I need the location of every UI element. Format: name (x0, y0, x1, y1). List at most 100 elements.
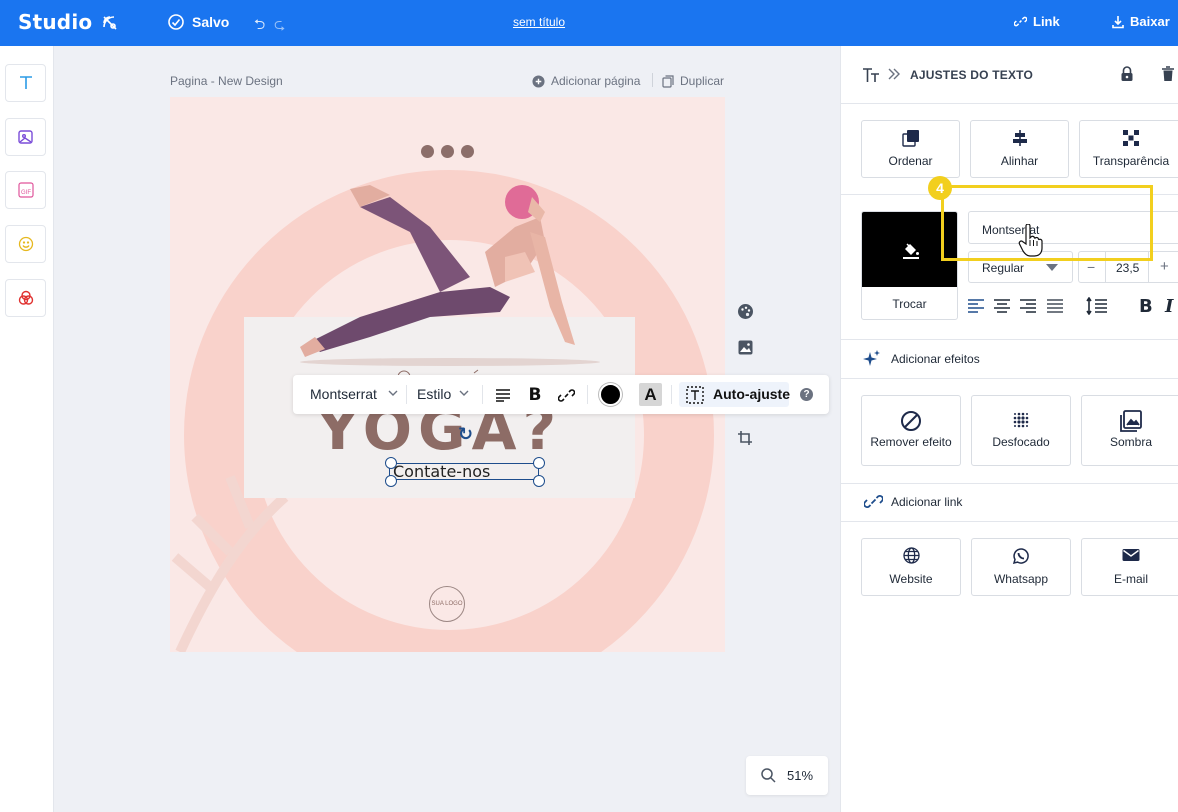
resize-handle-top-right[interactable] (533, 457, 545, 469)
order-label: Ordenar (888, 154, 933, 168)
chevrons-right-icon (888, 68, 900, 80)
link-icon (1014, 16, 1027, 27)
color-tool-button[interactable] (5, 279, 46, 317)
logo-placeholder[interactable]: SUA LOGO (429, 586, 465, 622)
gif-icon: GIF (17, 182, 34, 198)
palette-circles-icon (18, 290, 33, 305)
blur-icon (1013, 412, 1029, 428)
chevron-down-icon[interactable] (388, 388, 398, 398)
resize-handle-top-left[interactable] (385, 457, 397, 469)
swap-label: Trocar (892, 297, 927, 311)
crop-icon[interactable] (736, 429, 754, 447)
cloud-check-icon (168, 14, 184, 30)
blur-button[interactable]: Desfocado (971, 395, 1071, 466)
italic-icon[interactable]: I (1165, 296, 1173, 317)
mail-icon (1122, 549, 1140, 561)
zoom-control[interactable]: 51% (746, 756, 828, 795)
panel-title: AJUSTES DO TEXTO (910, 68, 1034, 82)
align-left-icon[interactable] (967, 297, 985, 315)
effects-section-label[interactable]: Adicionar efeitos (891, 352, 980, 366)
auto-fit-icon (686, 386, 704, 404)
trash-icon[interactable] (1161, 66, 1175, 82)
font-size-value[interactable]: 23,5 (1116, 261, 1139, 275)
font-select[interactable]: Montserrat (310, 386, 377, 402)
text-align-icon[interactable] (493, 385, 513, 405)
transparency-button[interactable]: Transparência (1079, 120, 1178, 178)
brand-logo[interactable]: Studio (18, 10, 92, 34)
image-add-icon (17, 130, 33, 144)
remove-effect-button[interactable]: Remover efeito (861, 395, 961, 466)
text-background-icon[interactable]: A (639, 383, 662, 406)
divider (671, 385, 672, 404)
chevron-down-icon[interactable] (459, 388, 469, 398)
caret-down-icon (1046, 264, 1058, 271)
email-link-button[interactable]: E-mail (1081, 538, 1178, 596)
image-icon[interactable] (736, 338, 754, 356)
link-label: Link (1033, 14, 1060, 29)
text-format-toolbar: Montserrat Estilo B A Auto-ajuste ? (293, 375, 829, 414)
link-icon (864, 495, 883, 508)
text-color-swatch[interactable] (599, 383, 622, 406)
align-label: Alinhar (1000, 154, 1039, 168)
bold-icon[interactable]: B (525, 385, 545, 405)
size-increase-button[interactable]: + (1160, 258, 1169, 275)
text-icon (19, 76, 32, 89)
rotate-handle-icon[interactable]: ↻ (458, 424, 473, 445)
yoga-woman-image[interactable] (300, 177, 600, 367)
align-icon (1012, 130, 1027, 146)
text-settings-panel: AJUSTES DO TEXTO Ordenar Alinhar Transpa… (840, 46, 1178, 812)
divider (587, 385, 588, 404)
align-center-icon[interactable] (993, 297, 1011, 315)
align-button[interactable]: Alinhar (970, 120, 1069, 178)
align-right-icon[interactable] (1019, 297, 1037, 315)
link-icon[interactable] (556, 385, 576, 405)
text-tool-button[interactable] (5, 64, 46, 102)
website-link-button[interactable]: Website (861, 538, 961, 596)
cta-text[interactable]: Contate-nos (393, 462, 490, 481)
align-justify-icon[interactable] (1046, 297, 1064, 315)
document-title[interactable]: sem título (513, 15, 565, 29)
saved-status: Salvo (192, 14, 230, 30)
shadow-button[interactable]: Sombra (1081, 395, 1178, 466)
step-badge: 4 (928, 176, 952, 200)
sticker-tool-button[interactable] (5, 225, 46, 263)
resize-handle-bottom-left[interactable] (385, 475, 397, 487)
order-button[interactable]: Ordenar (861, 120, 960, 178)
link-button[interactable]: Link (1014, 14, 1060, 29)
download-label: Baixar (1130, 14, 1170, 29)
link-section-label[interactable]: Adicionar link (891, 495, 962, 509)
font-weight-value: Regular (982, 261, 1025, 275)
page-label: Pagina - New Design (170, 74, 283, 88)
help-icon[interactable]: ? (800, 388, 813, 401)
redo-icon[interactable]: ⮎ (274, 14, 285, 38)
whatsapp-link-button[interactable]: Whatsapp (971, 538, 1071, 596)
transparency-label: Transparência (1092, 154, 1170, 168)
download-button[interactable]: Baixar (1111, 14, 1170, 29)
zoom-value: 51% (787, 768, 814, 783)
divider (482, 385, 483, 404)
whatsapp-label: Whatsapp (993, 572, 1049, 586)
text-size-icon (863, 68, 879, 82)
zoom-icon (761, 768, 776, 783)
satellite-icon (103, 16, 117, 30)
line-height-icon[interactable] (1086, 297, 1108, 315)
svg-text:GIF: GIF (21, 190, 31, 196)
email-label: E-mail (1113, 572, 1148, 586)
lock-icon[interactable] (1120, 66, 1134, 82)
size-decrease-button[interactable]: − (1087, 259, 1095, 275)
resize-handle-bottom-right[interactable] (533, 475, 545, 487)
highlight-callout (941, 185, 1153, 261)
add-page-button[interactable]: Adicionar página (532, 74, 640, 88)
add-page-label: Adicionar página (551, 74, 641, 88)
order-icon (901, 130, 919, 147)
bold-icon[interactable]: B (1139, 296, 1153, 317)
divider (652, 73, 653, 87)
divider (841, 339, 1178, 340)
gif-tool-button[interactable]: GIF (5, 171, 46, 209)
divider (841, 521, 1178, 522)
style-select[interactable]: Estilo (417, 386, 451, 402)
duplicate-button[interactable]: Duplicar (662, 74, 724, 88)
undo-icon[interactable]: ⮌ (254, 14, 265, 38)
palette-icon[interactable] (736, 302, 754, 320)
image-tool-button[interactable] (5, 118, 46, 156)
